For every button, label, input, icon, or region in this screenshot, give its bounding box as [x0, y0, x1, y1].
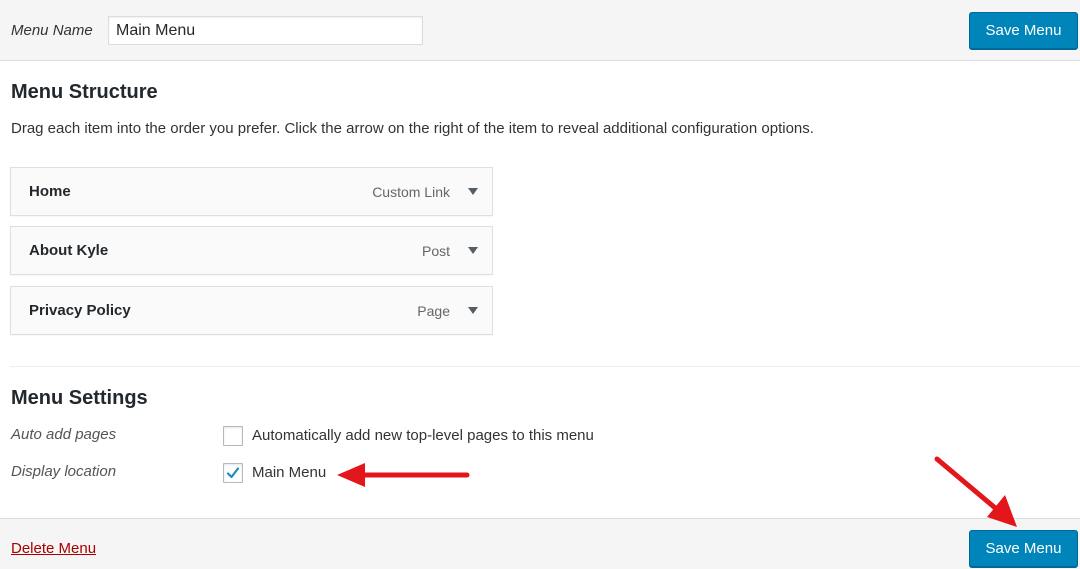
red-arrow-icon [934, 456, 1017, 527]
red-arrow-icon [337, 463, 470, 487]
annotation-overlay [337, 456, 1017, 527]
